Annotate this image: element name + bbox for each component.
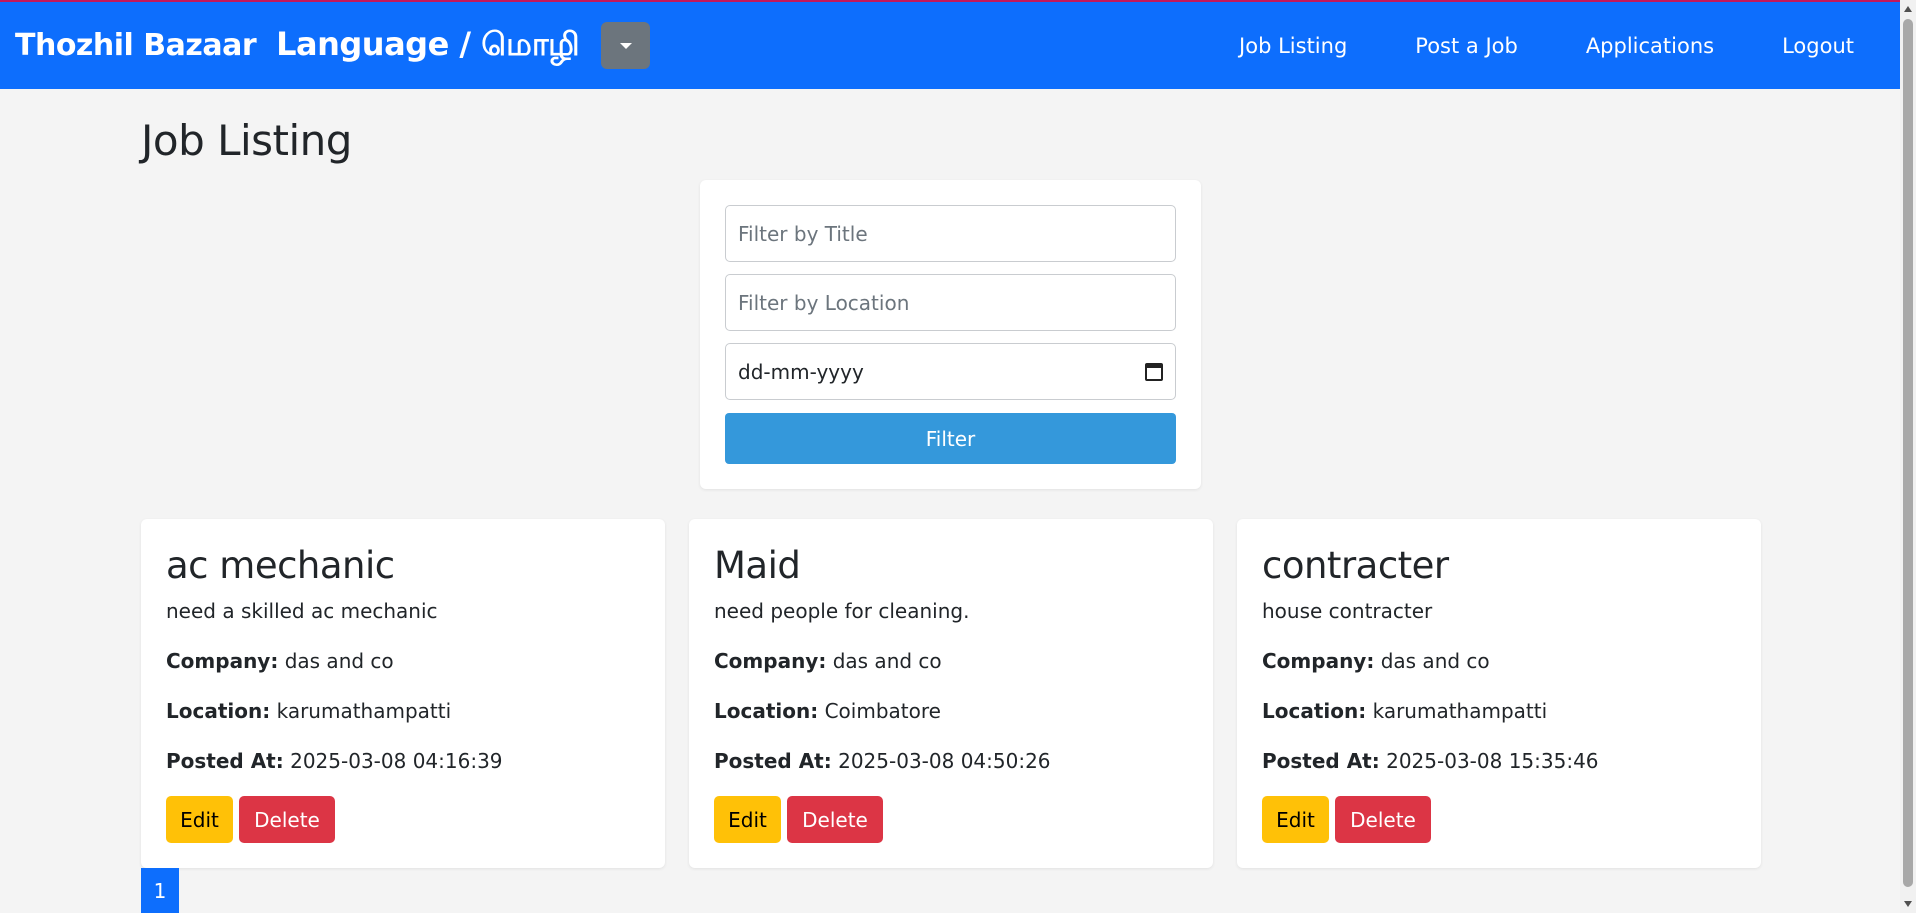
delete-button[interactable]: Delete <box>1335 796 1431 843</box>
caret-down-icon <box>619 42 632 49</box>
nav-link-applications[interactable]: Applications <box>1586 34 1714 58</box>
language-dropdown-button[interactable] <box>601 22 651 69</box>
location-value: karumathampatti <box>276 699 452 723</box>
filter-button[interactable]: Filter <box>725 413 1176 464</box>
job-posted-at: Posted At: 2025-03-08 04:16:39 <box>166 749 503 773</box>
job-description: need people for cleaning. <box>714 599 970 623</box>
company-label: Company: <box>166 649 279 673</box>
job-card: contracter house contracter Company: das… <box>1237 519 1761 868</box>
filter-location-input[interactable] <box>725 274 1176 331</box>
posted-label: Posted At: <box>1262 749 1380 773</box>
job-title: ac mechanic <box>166 544 395 587</box>
job-posted-at: Posted At: 2025-03-08 04:50:26 <box>714 749 1051 773</box>
posted-value: 2025-03-08 15:35:46 <box>1386 749 1599 773</box>
job-card: ac mechanic need a skilled ac mechanic C… <box>141 519 665 868</box>
job-location: Location: Coimbatore <box>714 699 941 723</box>
job-description: house contracter <box>1262 599 1433 623</box>
nav-links: Job Listing Post a Job Applications Logo… <box>1171 2 1900 89</box>
job-company: Company: das and co <box>714 649 942 673</box>
scroll-up-arrow-icon[interactable] <box>1904 6 1912 12</box>
nav-link-logout[interactable]: Logout <box>1782 34 1854 58</box>
filter-title-input[interactable] <box>725 205 1176 262</box>
job-card: Maid need people for cleaning. Company: … <box>689 519 1213 868</box>
company-label: Company: <box>1262 649 1375 673</box>
job-company: Company: das and co <box>166 649 394 673</box>
company-label: Company: <box>714 649 827 673</box>
page-title: Job Listing <box>141 116 352 165</box>
company-value: das and co <box>284 649 394 673</box>
posted-value: 2025-03-08 04:50:26 <box>838 749 1051 773</box>
posted-label: Posted At: <box>714 749 832 773</box>
location-label: Location: <box>166 699 271 723</box>
job-location: Location: karumathampatti <box>166 699 451 723</box>
job-description: need a skilled ac mechanic <box>166 599 438 623</box>
vertical-scrollbar[interactable] <box>1900 0 1916 913</box>
company-value: das and co <box>832 649 942 673</box>
navbar: Thozhil Bazaar Language / மொழி Job Listi… <box>0 2 1900 89</box>
language-label: Language / மொழி <box>276 24 580 63</box>
job-posted-at: Posted At: 2025-03-08 15:35:46 <box>1262 749 1599 773</box>
job-company: Company: das and co <box>1262 649 1490 673</box>
brand-logo[interactable]: Thozhil Bazaar <box>15 28 257 63</box>
scrollbar-thumb[interactable] <box>1903 19 1913 887</box>
calendar-icon[interactable] <box>1145 362 1163 381</box>
edit-button[interactable]: Edit <box>714 796 781 843</box>
job-title: Maid <box>714 544 801 587</box>
posted-value: 2025-03-08 04:16:39 <box>290 749 503 773</box>
edit-button[interactable]: Edit <box>166 796 233 843</box>
nav-link-job-listing[interactable]: Job Listing <box>1239 34 1347 58</box>
posted-label: Posted At: <box>166 749 284 773</box>
date-placeholder: dd-mm-yyyy <box>738 359 864 384</box>
location-label: Location: <box>714 699 819 723</box>
job-title: contracter <box>1262 544 1449 587</box>
location-label: Location: <box>1262 699 1367 723</box>
scroll-down-arrow-icon[interactable] <box>1904 901 1912 907</box>
filter-date-input[interactable]: dd-mm-yyyy <box>725 343 1176 400</box>
delete-button[interactable]: Delete <box>239 796 335 843</box>
nav-link-post-job[interactable]: Post a Job <box>1415 34 1518 58</box>
company-value: das and co <box>1380 649 1490 673</box>
pagination-page-1[interactable]: 1 <box>141 868 179 913</box>
location-value: karumathampatti <box>1372 699 1548 723</box>
job-location: Location: karumathampatti <box>1262 699 1547 723</box>
edit-button[interactable]: Edit <box>1262 796 1329 843</box>
location-value: Coimbatore <box>824 699 941 723</box>
filter-card: dd-mm-yyyy Filter <box>700 180 1201 489</box>
delete-button[interactable]: Delete <box>787 796 883 843</box>
